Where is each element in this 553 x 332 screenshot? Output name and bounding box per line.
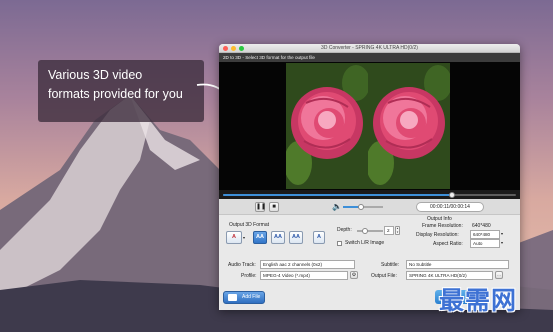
format-option-label: A [317,234,321,240]
output-info-label: Output Info [427,216,452,222]
seek-track[interactable] [223,191,516,198]
output-file-label: Output File: [371,273,397,279]
subtitle-label: Subtitle: [381,262,400,268]
volume-icon: 🔈 [332,202,342,211]
format-option-label: AA [292,234,300,240]
aspect-ratio-label: Aspect Ratio: [433,241,463,247]
display-resolution-select[interactable]: 640*480 [470,230,500,239]
feature-callout: Various 3D video formats provided for yo… [38,60,204,122]
browse-folder-icon[interactable]: … [495,271,503,279]
flower-image [286,63,368,189]
depth-stepper[interactable]: ▴ ▾ [395,226,400,235]
profile-select[interactable]: MPEG-4 Video (*.mp4) [260,271,348,280]
format-option-label: AA [274,234,282,240]
depth-value[interactable]: 2 [384,226,394,235]
window-subtitle: 2D to 3D - Select 3D format for the outp… [219,53,520,62]
format-side-by-side-half-option[interactable]: AA [271,231,285,244]
format-option-label: A [232,234,236,240]
format-option-label: AA [256,234,264,240]
aspect-ratio-select[interactable]: Auto [470,239,500,248]
pause-icon: ❚❚ [256,204,267,210]
format-anaglyph-option[interactable]: A [226,231,242,244]
video-preview [219,62,520,190]
frame-resolution-label: Frame Resolution: [422,223,463,229]
watermark: 最需网 [439,286,518,315]
frame-resolution-value: 640*480 [472,223,491,229]
stop-button[interactable]: ■ [269,202,279,212]
depth-label: Depth: [337,227,352,233]
title-bar: 3D Converter - SPRING 4K ULTRA HD(0/2) [219,44,520,53]
volume-slider[interactable] [343,204,383,210]
add-file-label: Add File [242,294,261,300]
display-resolution-label: Display Resolution: [416,232,459,238]
callout-line-1: Various 3D video [48,68,143,82]
depth-handle[interactable] [361,228,368,234]
switch-lr-checkbox[interactable] [337,241,342,246]
subtitle-select[interactable]: No Subtitle [406,260,509,269]
right-eye-frame [368,63,450,189]
switch-lr-label: Switch L/R Image [345,240,385,246]
audio-track-select[interactable]: English aac 2 channels (0x2) [260,260,355,269]
profile-label: Profile: [241,273,257,279]
window-title: 3D Converter - SPRING 4K ULTRA HD(0/2) [321,45,418,51]
chevron-down-icon[interactable]: ▾ [501,240,503,245]
chevron-down-icon[interactable]: ▾ [243,235,245,240]
add-file-button[interactable]: Add File [223,291,265,304]
left-eye-frame [286,63,368,189]
gear-icon[interactable]: ⚙ [350,271,358,279]
audio-track-label: Audio Track: [228,262,256,268]
output-3d-format-label: Output 3D Format [229,222,270,228]
format-top-bottom-option[interactable]: AA [289,231,303,244]
seek-handle[interactable] [448,191,455,198]
seek-progress [223,193,452,196]
chevron-down-icon[interactable]: ▾ [501,231,503,236]
player-controls: ❚❚ ■ 🔈 00:00:11/00:00:14 [219,199,520,215]
app-window: 3D Converter - SPRING 4K ULTRA HD(0/2) 2… [219,44,520,310]
output-file-field[interactable]: SPRING 4K ULTRA HD(0/2) [406,271,493,280]
pause-button[interactable]: ❚❚ [255,202,267,212]
stop-icon: ■ [272,204,276,210]
seek-bar-area [219,190,520,199]
flower-image [368,63,450,189]
format-top-bottom-half-option[interactable]: A [313,231,325,244]
time-display: 00:00:11/00:00:14 [416,202,484,212]
depth-slider[interactable] [357,228,383,234]
callout-line-2: formats provided for you [48,87,183,101]
volume-handle[interactable] [358,204,364,210]
film-plus-icon [228,294,237,301]
format-side-by-side-option[interactable]: AA [253,231,267,244]
